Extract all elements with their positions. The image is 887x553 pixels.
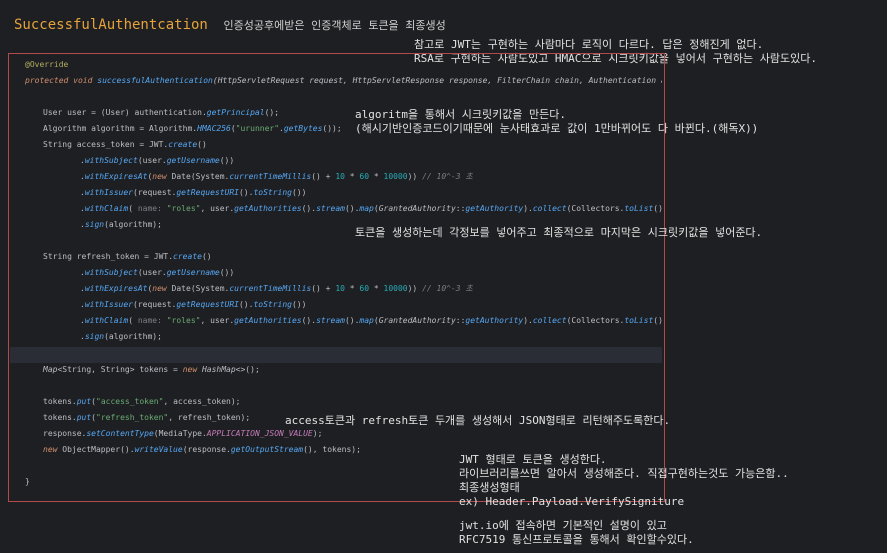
note-jwt-format: JWT 형태로 토큰을 생성한다. 라이브러리를쓰면 알아서 생성해준다. 직접… <box>459 453 789 547</box>
code-line: tokens.put("access_token", access_token)… <box>43 397 241 406</box>
code-line: .withClaim( name: "roles", user.getAutho… <box>80 204 662 213</box>
code-line: @Override <box>25 60 69 69</box>
code-line: protected void successfulAuthentication(… <box>25 76 662 85</box>
page-title: SuccessfulAuthentcation <box>14 17 208 33</box>
note-line: 토큰을 생성하는데 각정보를 넣어주고 최종적으로 마지막은 시크릿키값을 넣어… <box>355 226 763 239</box>
note-line: ex) Header.Payload.VerifySigniture <box>459 495 685 508</box>
code-line: .withIssuer(request.getRequestURI().toSt… <box>80 188 307 197</box>
note-line: JWT 형태로 토큰을 생성한다. <box>459 453 607 466</box>
code-line: tokens.put("refresh_token", refresh_toke… <box>43 413 251 422</box>
code-line: Map<String, String> tokens = new HashMap… <box>43 365 260 374</box>
code-line: User user = (User) authentication.getPri… <box>43 108 280 117</box>
note-line: RFC7519 통신프로토콜을 통해서 확인할수있다. <box>459 533 694 546</box>
code-line: .withExpiresAt(new Date(System.currentTi… <box>80 284 473 293</box>
note-line: jwt.io에 접속하면 기본적인 설명이 있고 <box>459 519 667 532</box>
note-line: 라이브러리를쓰면 알아서 생성해준다. 직접구현하는것도 가능은함.. <box>459 467 789 480</box>
code-line: String access_token = JWT.create() <box>43 140 207 149</box>
note-line: 최종생성형태 <box>459 481 520 494</box>
code-line: .sign(algorithm); <box>80 332 162 341</box>
code-line: new ObjectMapper().writeValue(response.g… <box>43 445 361 454</box>
code-line: .withSubject(user.getUsername()) <box>80 156 235 165</box>
note-algorithm: algoritm을 통해서 시크릿키값을 만든다. (해시기반인증코드이기때문에… <box>355 108 758 136</box>
code-line: response.setContentType(MediaType.APPLIC… <box>43 429 323 438</box>
code-line: .withClaim( name: "roles", user.getAutho… <box>80 316 662 325</box>
page-subtitle: 인증성공후에받은 인증객체로 토큰을 최종생성 <box>223 19 446 32</box>
note-spacer <box>459 509 789 519</box>
note-return-json: access토큰과 refresh토큰 두개를 생성해서 JSON형태로 리턴해… <box>285 414 670 428</box>
code-line: } <box>25 477 30 486</box>
code-line: .withIssuer(request.getRequestURI().toSt… <box>80 300 307 309</box>
code-line: .withSubject(user.getUsername()) <box>80 268 235 277</box>
code-line: Algorithm algorithm = Algorithm.HMAC256(… <box>43 124 342 133</box>
note-line: (해시기반인증코드이기때문에 눈사태효과로 값이 1만바뀌어도 다 바뀐다.(해… <box>355 122 759 135</box>
page-header: SuccessfulAuthentcation 인증성공후에받은 인증객체로 토… <box>14 14 446 33</box>
code-line: String refresh_token = JWT.create() <box>43 252 212 261</box>
current-line-highlight <box>10 347 662 363</box>
code-line: .sign(algorithm); <box>80 220 162 229</box>
note-line: 참고로 JWT는 구현하는 사람마다 로직이 다르다. 답은 정해진게 없다. <box>414 38 764 51</box>
note-token-claims: 토큰을 생성하는데 각정보를 넣어주고 최종적으로 마지막은 시크릿키값을 넣어… <box>355 226 762 240</box>
code-line: .withExpiresAt(new Date(System.currentTi… <box>80 172 473 181</box>
note-line: algoritm을 통해서 시크릿키값을 만든다. <box>355 108 567 121</box>
note-line: access토큰과 refresh토큰 두개를 생성해서 JSON형태로 리턴해… <box>285 414 671 427</box>
